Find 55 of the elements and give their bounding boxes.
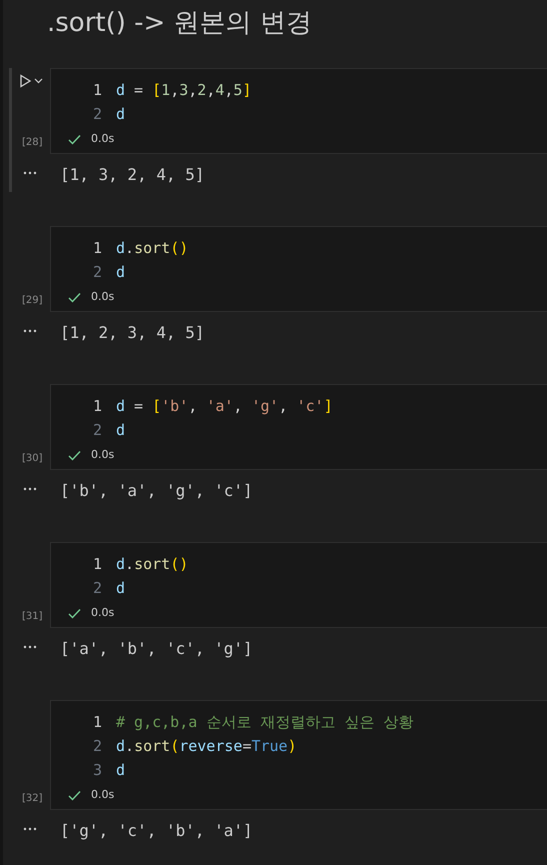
- check-icon: [68, 450, 81, 460]
- more-icon[interactable]: [23, 645, 37, 649]
- code-cell[interactable]: 1 d = [1,3,2,4,5] 2 d 0.0s: [50, 68, 547, 154]
- more-icon[interactable]: [23, 329, 37, 333]
- more-icon[interactable]: [23, 827, 37, 831]
- execution-time: 0.0s: [91, 288, 114, 305]
- cell-output: ['a', 'b', 'c', 'g']: [60, 638, 253, 660]
- code-line: d = [1,3,2,4,5]: [116, 80, 252, 101]
- code-line: d.sort(): [116, 554, 188, 575]
- execution-count: [32]: [22, 792, 43, 806]
- code-cell[interactable]: 1 d.sort() 2 d 0.0s: [50, 226, 547, 312]
- line-number: 1: [92, 80, 102, 101]
- line-number: 1: [92, 712, 102, 733]
- line-number: 3: [92, 760, 102, 781]
- code-cell[interactable]: 1 d = ['b', 'a', 'g', 'c'] 2 d 0.0s: [50, 384, 547, 470]
- check-icon: [68, 292, 81, 302]
- code-line: d: [116, 420, 126, 441]
- more-icon[interactable]: [23, 487, 37, 491]
- code-cell[interactable]: 1 d.sort() 2 d 0.0s: [50, 542, 547, 628]
- code-line: d: [116, 104, 126, 125]
- cell-output: ['b', 'a', 'g', 'c']: [60, 480, 253, 502]
- line-number: 1: [92, 396, 102, 417]
- execution-count: [28]: [22, 136, 43, 150]
- check-icon: [68, 134, 81, 144]
- cell-output: ['g', 'c', 'b', 'a']: [60, 820, 253, 842]
- section-heading: .sort() -> 원본의 변경: [47, 7, 313, 40]
- line-number: 2: [92, 262, 102, 283]
- line-number: 1: [92, 238, 102, 259]
- code-line: d.sort(reverse=True): [116, 736, 297, 757]
- code-line: d = ['b', 'a', 'g', 'c']: [116, 396, 333, 417]
- line-number: 2: [92, 736, 102, 757]
- chevron-down-icon[interactable]: [34, 78, 43, 84]
- cell-output: [1, 2, 3, 4, 5]: [60, 322, 204, 344]
- execution-count: [30]: [22, 452, 43, 466]
- code-line: d.sort(): [116, 238, 188, 259]
- execution-time: 0.0s: [91, 446, 114, 463]
- line-number: 2: [92, 420, 102, 441]
- check-icon: [68, 608, 81, 618]
- line-number: 2: [92, 104, 102, 125]
- code-line: d: [116, 578, 126, 599]
- more-icon[interactable]: [23, 171, 37, 175]
- code-line: # g,c,b,a 순서로 재정렬하고 싶은 상황: [116, 712, 414, 733]
- check-icon: [68, 790, 81, 800]
- line-number: 2: [92, 578, 102, 599]
- line-number: 1: [92, 554, 102, 575]
- execution-count: [31]: [22, 610, 43, 624]
- run-icon[interactable]: [19, 74, 32, 88]
- code-line: d: [116, 760, 126, 781]
- execution-time: 0.0s: [91, 604, 114, 621]
- cell-output: [1, 3, 2, 4, 5]: [60, 164, 204, 186]
- code-cell[interactable]: 1 # g,c,b,a 순서로 재정렬하고 싶은 상황 2 d.sort(reverse=True) 3 d 0.0s: [50, 700, 547, 810]
- code-line: d: [116, 262, 126, 283]
- execution-count: [29]: [22, 294, 43, 308]
- execution-time: 0.0s: [91, 786, 114, 803]
- execution-time: 0.0s: [91, 130, 114, 147]
